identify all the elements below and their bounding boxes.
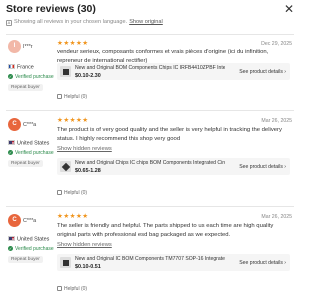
- close-icon[interactable]: ✕: [284, 3, 294, 15]
- review-date: Mar 26, 2025: [261, 214, 292, 220]
- divider: [6, 34, 294, 35]
- review-card: C C***a United States ✓ Verified purchase…: [0, 110, 300, 202]
- page-title: Store reviews (30): [6, 3, 96, 15]
- repeat-buyer-badge: Repeat buyer: [8, 256, 43, 263]
- review-date: Mar 26, 2025: [261, 118, 292, 124]
- thumbs-up-icon: [57, 286, 62, 291]
- reviews-header: Store reviews (30) ✕ A Showing all review…: [0, 0, 300, 26]
- translation-notice: A Showing all reviews in your chosen lang…: [6, 19, 163, 26]
- review-text: The product is of very good quality and …: [57, 127, 282, 142]
- verified-badge: ✓ Verified purchase: [8, 74, 54, 80]
- reviewer-country: France: [8, 64, 34, 71]
- review-card: C C***a United States ✓ Verified purchase…: [0, 206, 300, 298]
- verified-badge: ✓ Verified purchase: [8, 150, 54, 156]
- product-name: New and Original IC BOM Components TM770…: [75, 256, 225, 262]
- product-thumbnail: [60, 66, 71, 77]
- product-price: $0.10-2.30: [75, 72, 101, 79]
- chevron-right-icon: ›: [284, 259, 286, 266]
- product-thumbnail: [60, 161, 71, 172]
- translate-icon: A: [6, 20, 12, 26]
- show-hidden-reviews-link[interactable]: Show hidden reviews: [57, 146, 112, 152]
- reviewer-name: I***r: [23, 44, 33, 50]
- check-icon: ✓: [8, 74, 13, 79]
- show-hidden-reviews-link[interactable]: Show hidden reviews: [57, 242, 112, 248]
- review-date: Dec 29, 2025: [261, 41, 292, 47]
- product-card[interactable]: New and Original Chips IC chips BOM Comp…: [57, 158, 290, 175]
- product-price: $0.65-1.28: [75, 167, 101, 174]
- product-name: New and Original Chips IC chips BOM Comp…: [75, 160, 225, 166]
- check-icon: ✓: [8, 246, 13, 251]
- chevron-right-icon: ›: [284, 163, 286, 170]
- check-icon: ✓: [8, 150, 13, 155]
- us-flag-icon: [8, 140, 15, 145]
- thumbs-up-icon: [57, 190, 62, 195]
- repeat-buyer-badge: Repeat buyer: [8, 84, 43, 91]
- rating-stars: ★★★★★: [57, 117, 89, 124]
- verified-badge: ✓ Verified purchase: [8, 246, 54, 252]
- rating-stars: ★★★★★: [57, 40, 89, 47]
- notice-text: Showing all reviews in your chosen langu…: [14, 19, 128, 25]
- see-product-details-link[interactable]: See product details ›: [239, 69, 286, 75]
- show-original-link[interactable]: Show original: [129, 19, 163, 25]
- france-flag-icon: [8, 64, 15, 69]
- helpful-button[interactable]: Helpful (0): [57, 94, 87, 100]
- review-card: I I***r France ✓ Verified purchase Repeat…: [0, 34, 300, 106]
- see-product-details-link[interactable]: See product details ›: [239, 260, 286, 266]
- helpful-button[interactable]: Helpful (0): [57, 286, 87, 292]
- divider: [6, 206, 294, 207]
- divider: [6, 110, 294, 111]
- product-card[interactable]: New and Original IC BOM Components TM770…: [57, 254, 290, 271]
- reviewer-country: United States: [8, 140, 49, 147]
- avatar: C: [8, 214, 21, 227]
- product-name: New and Original BOM Components Chips IC…: [75, 65, 225, 71]
- rating-stars: ★★★★★: [57, 213, 89, 220]
- avatar: I: [8, 40, 21, 53]
- product-card[interactable]: New and Original BOM Components Chips IC…: [57, 63, 290, 80]
- see-product-details-link[interactable]: See product details ›: [239, 164, 286, 170]
- avatar: C: [8, 118, 21, 131]
- reviewer-country: United States: [8, 236, 49, 243]
- reviewer-name: C***a: [23, 218, 37, 224]
- review-text: The seller is friendly and helpful. The …: [57, 223, 274, 238]
- thumbs-up-icon: [57, 94, 62, 99]
- us-flag-icon: [8, 236, 15, 241]
- reviewer-name: C***a: [23, 122, 37, 128]
- product-price: $0.10-0.51: [75, 263, 101, 270]
- product-thumbnail: [60, 257, 71, 268]
- helpful-button[interactable]: Helpful (0): [57, 190, 87, 196]
- repeat-buyer-badge: Repeat buyer: [8, 160, 43, 167]
- chevron-right-icon: ›: [284, 68, 286, 75]
